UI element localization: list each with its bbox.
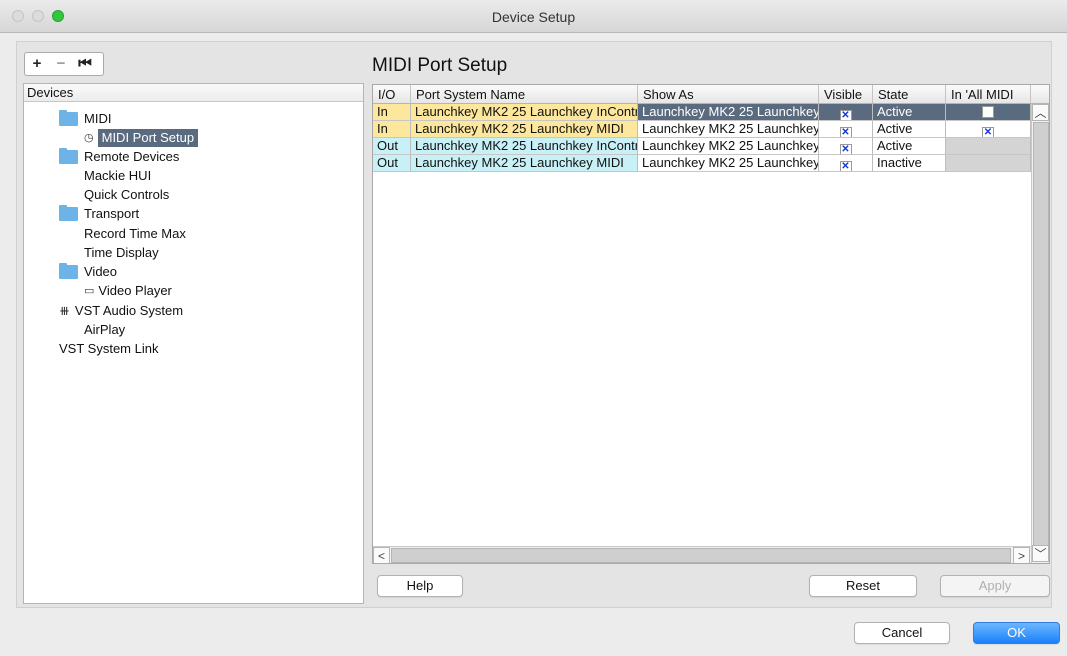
vertical-scrollbar[interactable]: ︿ ﹀ <box>1031 104 1049 563</box>
scroll-right-icon[interactable]: > <box>1013 547 1030 563</box>
cell-visible[interactable]: ✕ <box>819 138 873 155</box>
cell-state[interactable]: Active <box>873 121 946 138</box>
cell-io[interactable]: Out <box>373 155 411 172</box>
tree-item-midi[interactable]: MIDI <box>59 110 111 128</box>
column-header-show-as[interactable]: Show As <box>638 85 819 103</box>
folder-icon <box>59 110 78 126</box>
tree-item-label: AirPlay <box>84 322 126 337</box>
reset-device-button[interactable]: ⏮ <box>73 53 97 75</box>
cell-in-all-midi[interactable] <box>946 155 1031 172</box>
scroll-left-icon[interactable]: < <box>373 547 390 563</box>
cell-visible[interactable]: ✕ <box>819 121 873 138</box>
cell-visible[interactable]: ✕ <box>819 104 873 121</box>
tree-item-label: Video Player <box>98 283 172 298</box>
add-device-button[interactable]: + <box>25 53 49 75</box>
all-midi-checkbox[interactable] <box>982 106 994 118</box>
tree-item-label: VST Audio System <box>74 303 184 318</box>
column-header-io[interactable]: I/O <box>373 85 411 103</box>
cell-state[interactable]: Inactive <box>873 155 946 172</box>
cell-in-all-midi[interactable] <box>946 104 1031 121</box>
title-bar: Device Setup <box>0 0 1067 33</box>
tree-item-label: Mackie HUI <box>84 168 152 183</box>
horizontal-scrollbar[interactable]: < > <box>373 546 1031 563</box>
tree-item-time-display[interactable]: Time Display <box>84 244 159 262</box>
cell-show-as[interactable]: Launchkey MK2 25 Launchkey <box>638 138 819 155</box>
tree-item-video[interactable]: Video <box>59 263 117 281</box>
scroll-down-icon[interactable]: ﹀ <box>1032 545 1049 562</box>
cancel-button[interactable]: Cancel <box>854 622 950 644</box>
column-header-state[interactable]: State <box>873 85 946 103</box>
help-button[interactable]: Help <box>377 575 463 597</box>
tree-item-quick-controls[interactable]: Quick Controls <box>84 186 169 204</box>
table-header: I/O Port System Name Show As Visible Sta… <box>373 85 1049 104</box>
tree-item-vst-system-link[interactable]: VST System Link <box>59 340 158 358</box>
cell-show-as[interactable]: Launchkey MK2 25 Launchkey <box>638 155 819 172</box>
column-header-in-all-midi[interactable]: In 'All MIDI <box>946 85 1031 103</box>
cell-port-system-name[interactable]: Launchkey MK2 25 Launchkey InControl <box>411 104 638 121</box>
column-header-port-system-name[interactable]: Port System Name <box>411 85 638 103</box>
apply-button[interactable]: Apply <box>940 575 1050 597</box>
reset-button[interactable]: Reset <box>809 575 917 597</box>
cell-io[interactable]: In <box>373 104 411 121</box>
cell-show-as[interactable]: Launchkey MK2 25 Launchkey <box>638 104 819 121</box>
tree-item-label: MIDI <box>84 111 112 126</box>
midi-port-icon: ◷ <box>84 132 94 144</box>
table-row[interactable]: In Launchkey MK2 25 Launchkey InControl La… <box>373 104 1031 121</box>
table-row[interactable]: Out Launchkey MK2 25 Launchkey InControl L… <box>373 138 1031 155</box>
scroll-up-icon[interactable]: ︿ <box>1032 104 1049 121</box>
folder-icon <box>59 205 78 221</box>
all-midi-checkbox[interactable]: ✕ <box>982 127 994 137</box>
tree-item-airplay[interactable]: AirPlay <box>84 321 125 339</box>
visible-checkbox[interactable]: ✕ <box>839 161 852 171</box>
table-row[interactable]: Out Launchkey MK2 25 Launchkey MIDI Launch… <box>373 155 1031 172</box>
tree-item-midi-port-setup[interactable]: ◷ MIDI Port Setup <box>84 129 199 147</box>
horizontal-scroll-thumb[interactable] <box>391 548 1011 563</box>
cell-port-system-name[interactable]: Launchkey MK2 25 Launchkey InControl <box>411 138 638 155</box>
cell-port-system-name[interactable]: Launchkey MK2 25 Launchkey MIDI <box>411 121 638 138</box>
audio-system-icon: ⧻ <box>59 303 70 318</box>
tree-item-remote-devices[interactable]: Remote Devices <box>59 148 179 166</box>
tree-item-vst-audio-system[interactable]: ⧻ VST Audio System <box>59 302 183 320</box>
cell-show-as[interactable]: Launchkey MK2 25 Launchkey <box>638 121 819 138</box>
tree-item-label: Time Display <box>84 245 159 260</box>
page-title: MIDI Port Setup <box>372 55 508 76</box>
cell-state[interactable]: Active <box>873 104 946 121</box>
cell-in-all-midi[interactable] <box>946 138 1031 155</box>
table-row[interactable]: In Launchkey MK2 25 Launchkey MIDI Launchk… <box>373 121 1031 138</box>
folder-icon <box>59 263 78 279</box>
remove-device-button[interactable]: − <box>49 53 73 75</box>
visible-checkbox[interactable]: ✕ <box>839 144 852 154</box>
devices-header: Devices <box>24 84 363 102</box>
cell-port-system-name[interactable]: Launchkey MK2 25 Launchkey MIDI <box>411 155 638 172</box>
visible-checkbox[interactable]: ✕ <box>839 127 852 137</box>
cell-io[interactable]: In <box>373 121 411 138</box>
cell-state[interactable]: Active <box>873 138 946 155</box>
cell-in-all-midi[interactable]: ✕ <box>946 121 1031 138</box>
tree-item-mackie-hui[interactable]: Mackie HUI <box>84 167 151 185</box>
tree-item-label: VST System Link <box>59 341 159 356</box>
tree-item-label: Record Time Max <box>84 226 186 241</box>
tree-item-record-time-max[interactable]: Record Time Max <box>84 225 186 243</box>
vertical-scroll-thumb[interactable] <box>1033 122 1049 549</box>
column-header-visible[interactable]: Visible <box>819 85 873 103</box>
midi-port-table: I/O Port System Name Show As Visible Sta… <box>372 84 1050 564</box>
folder-icon <box>59 148 78 164</box>
ok-button[interactable]: OK <box>973 622 1060 644</box>
tree-item-label: Remote Devices <box>84 149 180 164</box>
cell-io[interactable]: Out <box>373 138 411 155</box>
video-icon: ▭ <box>84 285 95 297</box>
tree-item-label: Video <box>84 264 118 279</box>
devices-panel: Devices MIDI ◷ MIDI Port Setup Remote De… <box>23 83 364 604</box>
window-title: Device Setup <box>491 9 576 25</box>
visible-checkbox[interactable]: ✕ <box>839 110 852 120</box>
tree-item-label: Transport <box>84 206 140 221</box>
cell-visible[interactable]: ✕ <box>819 155 873 172</box>
tree-item-label: Quick Controls <box>84 187 170 202</box>
tree-item-label: MIDI Port Setup <box>97 129 199 147</box>
device-toolbar: + − ⏮ <box>24 52 104 76</box>
tree-item-transport[interactable]: Transport <box>59 205 139 223</box>
tree-item-video-player[interactable]: ▭ Video Player <box>84 282 172 300</box>
